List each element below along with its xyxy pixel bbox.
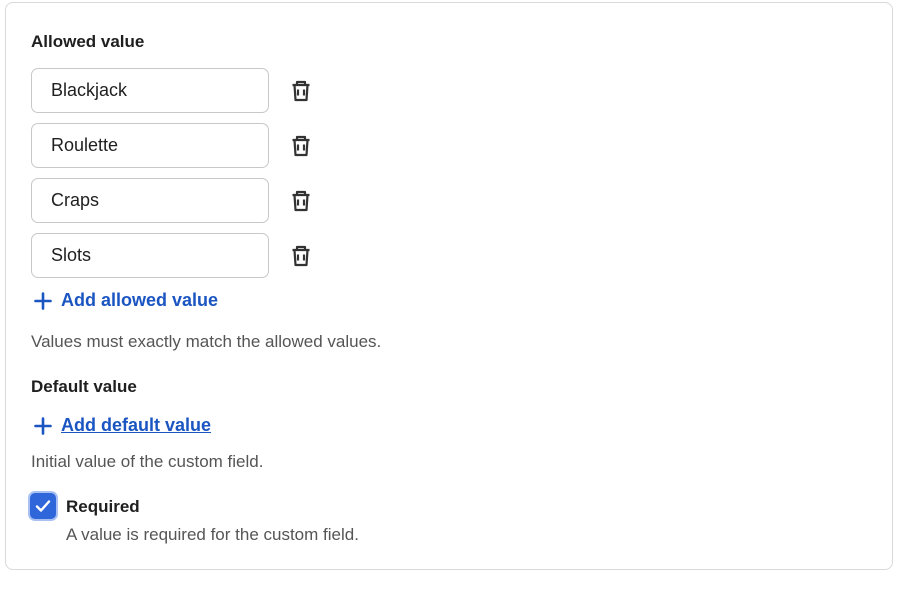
- trash-icon: [292, 135, 310, 157]
- required-description: A value is required for the custom field…: [66, 525, 359, 544]
- checkmark-icon: [35, 500, 51, 512]
- default-value-hint: Initial value of the custom field.: [31, 452, 264, 471]
- allowed-value-input-1[interactable]: [31, 68, 269, 113]
- trash-icon: [292, 190, 310, 212]
- delete-allowed-value-4-button[interactable]: [288, 243, 314, 269]
- add-default-value-label: Add default value: [61, 415, 212, 435]
- default-value-heading: Default value: [31, 377, 137, 396]
- required-label[interactable]: Required: [66, 497, 140, 517]
- allowed-value-input-2[interactable]: [31, 123, 269, 168]
- delete-allowed-value-1-button[interactable]: [288, 78, 314, 104]
- allowed-value-hint: Values must exactly match the allowed va…: [31, 332, 382, 351]
- allowed-value-input-4[interactable]: [31, 233, 269, 278]
- plus-icon: [34, 291, 52, 310]
- add-default-value-link[interactable]: Add default value: [33, 415, 211, 436]
- allowed-value-input-3[interactable]: [31, 178, 269, 223]
- required-checkbox[interactable]: [30, 493, 56, 519]
- add-allowed-value-button[interactable]: Add allowed value: [33, 290, 218, 311]
- allowed-value-heading: Allowed value: [31, 32, 145, 51]
- plus-icon: [34, 416, 52, 435]
- trash-icon: [292, 80, 310, 102]
- delete-allowed-value-3-button[interactable]: [288, 188, 314, 214]
- delete-allowed-value-2-button[interactable]: [288, 133, 314, 159]
- add-allowed-value-label: Add allowed value: [61, 290, 219, 310]
- trash-icon: [292, 245, 310, 267]
